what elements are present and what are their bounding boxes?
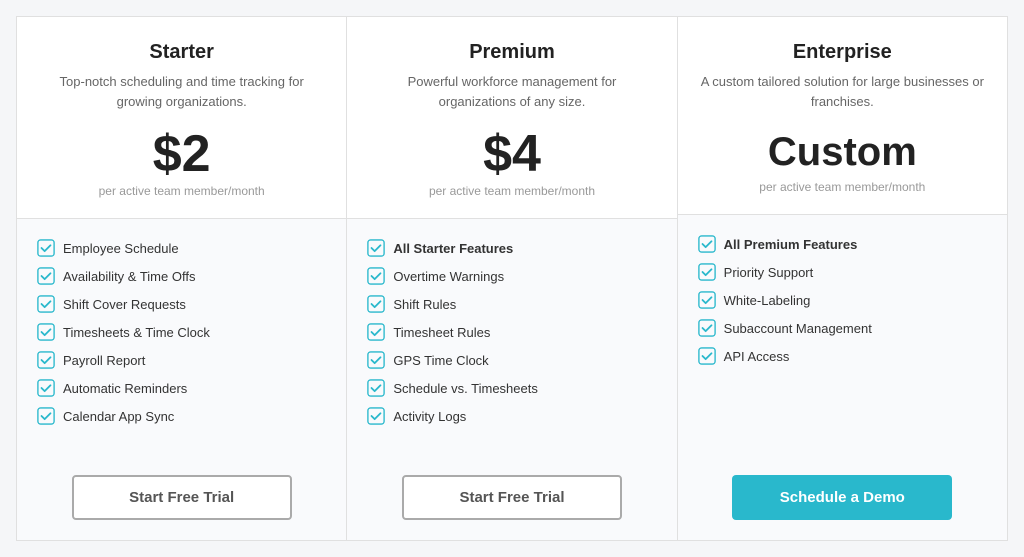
check-icon-premium-3: [367, 323, 385, 341]
feature-item-premium-5: Schedule vs. Timesheets: [367, 379, 656, 397]
plan-price-starter: $2: [37, 128, 326, 180]
feature-item-enterprise-0: All Premium Features: [698, 235, 987, 253]
plan-description-enterprise: A custom tailored solution for large bus…: [698, 72, 987, 112]
check-icon-premium-2: [367, 295, 385, 313]
feature-text-starter-1: Availability & Time Offs: [63, 269, 195, 284]
feature-item-premium-1: Overtime Warnings: [367, 267, 656, 285]
feature-item-premium-0: All Starter Features: [367, 239, 656, 257]
plan-description-premium: Powerful workforce management for organi…: [367, 72, 656, 112]
feature-item-premium-3: Timesheet Rules: [367, 323, 656, 341]
plan-price-period-enterprise: per active team member/month: [698, 180, 987, 194]
check-icon-premium-1: [367, 267, 385, 285]
check-icon-premium-6: [367, 407, 385, 425]
feature-text-premium-3: Timesheet Rules: [393, 325, 490, 340]
feature-item-enterprise-4: API Access: [698, 347, 987, 365]
plan-card-starter: Starter Top-notch scheduling and time tr…: [16, 16, 346, 541]
plan-name-premium: Premium: [367, 41, 656, 64]
feature-item-starter-0: Employee Schedule: [37, 239, 326, 257]
check-icon-starter-0: [37, 239, 55, 257]
feature-text-starter-6: Calendar App Sync: [63, 409, 174, 424]
check-icon-starter-6: [37, 407, 55, 425]
plan-header-premium: Premium Powerful workforce management fo…: [347, 17, 676, 219]
feature-text-enterprise-2: White-Labeling: [724, 293, 811, 308]
plan-footer-premium: Start Free Trial: [347, 455, 676, 540]
check-icon-enterprise-3: [698, 319, 716, 337]
feature-text-premium-1: Overtime Warnings: [393, 269, 504, 284]
cta-button-starter[interactable]: Start Free Trial: [72, 475, 292, 520]
feature-item-starter-1: Availability & Time Offs: [37, 267, 326, 285]
feature-text-premium-2: Shift Rules: [393, 297, 456, 312]
check-icon-enterprise-0: [698, 235, 716, 253]
check-icon-starter-4: [37, 351, 55, 369]
check-icon-starter-3: [37, 323, 55, 341]
check-icon-enterprise-4: [698, 347, 716, 365]
feature-item-enterprise-3: Subaccount Management: [698, 319, 987, 337]
check-icon-starter-2: [37, 295, 55, 313]
feature-text-enterprise-0: All Premium Features: [724, 237, 858, 252]
plan-footer-enterprise: Schedule a Demo: [678, 455, 1007, 540]
plan-features-enterprise: All Premium Features Priority Support: [678, 215, 1007, 455]
plan-description-starter: Top-notch scheduling and time tracking f…: [37, 72, 326, 112]
feature-item-starter-2: Shift Cover Requests: [37, 295, 326, 313]
feature-text-premium-6: Activity Logs: [393, 409, 466, 424]
feature-text-premium-5: Schedule vs. Timesheets: [393, 381, 538, 396]
plan-card-premium: Premium Powerful workforce management fo…: [346, 16, 676, 541]
feature-item-starter-6: Calendar App Sync: [37, 407, 326, 425]
check-icon-starter-5: [37, 379, 55, 397]
feature-item-enterprise-1: Priority Support: [698, 263, 987, 281]
check-icon-premium-0: [367, 239, 385, 257]
check-icon-premium-4: [367, 351, 385, 369]
feature-text-premium-0: All Starter Features: [393, 241, 513, 256]
plan-features-starter: Employee Schedule Availability & Time Of…: [17, 219, 346, 455]
pricing-container: Starter Top-notch scheduling and time tr…: [16, 16, 1008, 541]
feature-text-enterprise-4: API Access: [724, 349, 790, 364]
feature-text-premium-4: GPS Time Clock: [393, 353, 488, 368]
plan-footer-starter: Start Free Trial: [17, 455, 346, 540]
plan-price-premium: $4: [367, 128, 656, 180]
cta-button-premium[interactable]: Start Free Trial: [402, 475, 622, 520]
check-icon-enterprise-2: [698, 291, 716, 309]
plan-name-enterprise: Enterprise: [698, 41, 987, 64]
feature-item-enterprise-2: White-Labeling: [698, 291, 987, 309]
plan-name-starter: Starter: [37, 41, 326, 64]
plan-header-enterprise: Enterprise A custom tailored solution fo…: [678, 17, 1007, 215]
feature-item-starter-3: Timesheets & Time Clock: [37, 323, 326, 341]
feature-text-starter-4: Payroll Report: [63, 353, 145, 368]
plan-features-premium: All Starter Features Overtime Warnings: [347, 219, 676, 455]
feature-item-starter-4: Payroll Report: [37, 351, 326, 369]
check-icon-starter-1: [37, 267, 55, 285]
cta-button-enterprise[interactable]: Schedule a Demo: [732, 475, 952, 520]
plan-price-period-premium: per active team member/month: [367, 184, 656, 198]
check-icon-enterprise-1: [698, 263, 716, 281]
feature-text-enterprise-3: Subaccount Management: [724, 321, 872, 336]
check-icon-premium-5: [367, 379, 385, 397]
plan-price-period-starter: per active team member/month: [37, 184, 326, 198]
feature-item-premium-6: Activity Logs: [367, 407, 656, 425]
feature-text-enterprise-1: Priority Support: [724, 265, 814, 280]
plan-header-starter: Starter Top-notch scheduling and time tr…: [17, 17, 346, 219]
feature-item-starter-5: Automatic Reminders: [37, 379, 326, 397]
feature-text-starter-2: Shift Cover Requests: [63, 297, 186, 312]
feature-text-starter-3: Timesheets & Time Clock: [63, 325, 210, 340]
feature-text-starter-0: Employee Schedule: [63, 241, 179, 256]
feature-item-premium-2: Shift Rules: [367, 295, 656, 313]
feature-text-starter-5: Automatic Reminders: [63, 381, 187, 396]
plan-price-enterprise: Custom: [698, 128, 987, 176]
plan-card-enterprise: Enterprise A custom tailored solution fo…: [677, 16, 1008, 541]
feature-item-premium-4: GPS Time Clock: [367, 351, 656, 369]
